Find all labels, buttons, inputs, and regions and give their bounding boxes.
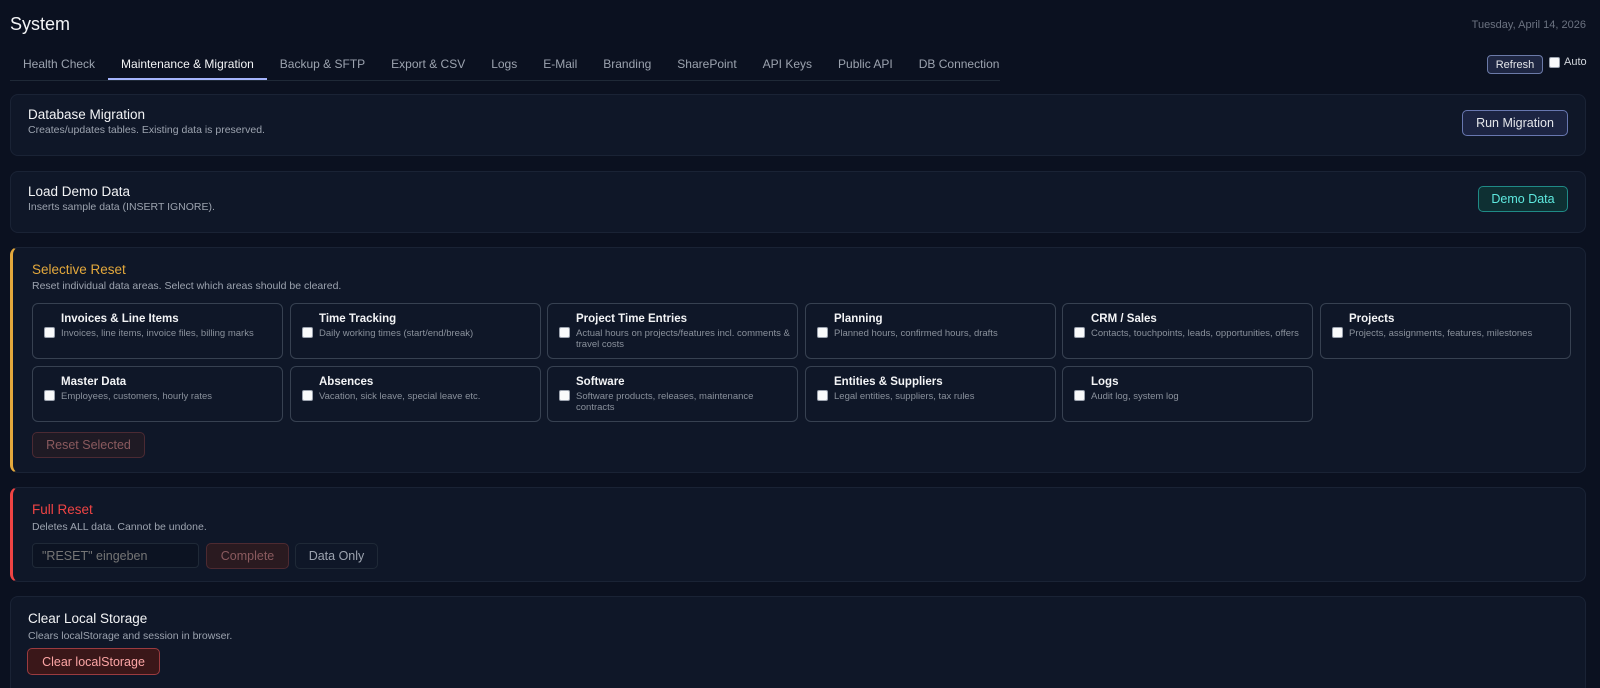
selective-reset-card: Selective Reset Reset individual data ar… <box>10 247 1586 473</box>
clear-storage-card: Clear Local Storage Clears localStorage … <box>10 596 1586 688</box>
reset-checkbox[interactable] <box>559 327 570 338</box>
option-title: Logs <box>1091 376 1119 388</box>
reset-checkbox[interactable] <box>44 390 55 401</box>
option-desc: Invoices, line items, invoice files, bil… <box>61 328 254 339</box>
tab-public-api[interactable]: Public API <box>825 50 906 80</box>
auto-refresh-toggle[interactable]: Auto <box>1549 56 1587 68</box>
reset-option-projects[interactable]: Projects Projects, assignments, features… <box>1320 303 1571 359</box>
tab-logs[interactable]: Logs <box>478 50 530 80</box>
option-title: Entities & Suppliers <box>834 376 943 388</box>
reset-option-project-time-entries[interactable]: Project Time Entries Actual hours on pro… <box>547 303 798 359</box>
option-desc: Vacation, sick leave, special leave etc. <box>319 391 481 402</box>
tab-api-keys[interactable]: API Keys <box>750 50 825 80</box>
tab-health-check[interactable]: Health Check <box>10 50 108 80</box>
full-reset-title: Full Reset <box>32 502 93 517</box>
option-title: Master Data <box>61 376 127 388</box>
option-desc: Planned hours, confirmed hours, drafts <box>834 328 998 339</box>
selective-reset-title: Selective Reset <box>32 262 126 277</box>
option-title: Software <box>576 376 625 388</box>
tab-export-csv[interactable]: Export & CSV <box>378 50 478 80</box>
reset-checkbox[interactable] <box>559 390 570 401</box>
reset-checkbox[interactable] <box>302 327 313 338</box>
clear-storage-desc: Clears localStorage and session in brows… <box>28 630 233 642</box>
reset-checkbox[interactable] <box>1074 327 1085 338</box>
tab-bar: Health Check Maintenance & Migration Bac… <box>10 50 1000 81</box>
auto-checkbox[interactable] <box>1549 56 1560 68</box>
selective-reset-desc: Reset individual data areas. Select whic… <box>32 280 342 292</box>
option-desc: Projects, assignments, features, milesto… <box>1349 328 1533 339</box>
tab-branding[interactable]: Branding <box>590 50 664 80</box>
reset-option-entities-suppliers[interactable]: Entities & Suppliers Legal entities, sup… <box>805 366 1056 422</box>
refresh-button[interactable]: Refresh <box>1487 55 1543 74</box>
tab-db-connection[interactable]: DB Connection <box>906 50 1013 80</box>
reset-option-absences[interactable]: Absences Vacation, sick leave, special l… <box>290 366 541 422</box>
reset-option-logs[interactable]: Logs Audit log, system log <box>1062 366 1313 422</box>
reset-checkbox[interactable] <box>1332 327 1343 338</box>
date-label: Tuesday, April 14, 2026 <box>1471 19 1586 31</box>
demo-title: Load Demo Data <box>28 184 131 199</box>
demo-card: Load Demo Data Inserts sample data (INSE… <box>10 171 1586 233</box>
full-reset-desc: Deletes ALL data. Cannot be undone. <box>32 521 207 533</box>
option-title: CRM / Sales <box>1091 313 1157 325</box>
option-title: Absences <box>319 376 374 388</box>
reset-checkbox[interactable] <box>44 327 55 338</box>
full-reset-card: Full Reset Deletes ALL data. Cannot be u… <box>10 487 1586 582</box>
reset-option-software[interactable]: Software Software products, releases, ma… <box>547 366 798 422</box>
option-desc: Actual hours on projects/features incl. … <box>576 328 790 350</box>
reset-checkbox[interactable] <box>817 390 828 401</box>
reset-checkbox[interactable] <box>817 327 828 338</box>
reset-option-crm-sales[interactable]: CRM / Sales Contacts, touchpoints, leads… <box>1062 303 1313 359</box>
option-title: Invoices & Line Items <box>61 313 179 325</box>
option-title: Time Tracking <box>319 313 397 325</box>
reset-checkbox[interactable] <box>302 390 313 401</box>
reset-option-master-data[interactable]: Master Data Employees, customers, hourly… <box>32 366 283 422</box>
option-desc: Daily working times (start/end/break) <box>319 328 474 339</box>
migration-card: Database Migration Creates/updates table… <box>10 94 1586 156</box>
tab-sharepoint[interactable]: SharePoint <box>664 50 749 80</box>
option-desc: Contacts, touchpoints, leads, opportunit… <box>1091 328 1299 339</box>
reset-option-time-tracking[interactable]: Time Tracking Daily working times (start… <box>290 303 541 359</box>
reset-option-planning[interactable]: Planning Planned hours, confirmed hours,… <box>805 303 1056 359</box>
option-desc: Audit log, system log <box>1091 391 1179 402</box>
run-migration-button[interactable]: Run Migration <box>1462 110 1568 136</box>
demo-data-button[interactable]: Demo Data <box>1478 186 1568 212</box>
migration-title: Database Migration <box>28 107 146 122</box>
tab-email[interactable]: E-Mail <box>530 50 590 80</box>
option-desc: Legal entities, suppliers, tax rules <box>834 391 975 402</box>
clear-localstorage-button[interactable]: Clear localStorage <box>27 648 160 675</box>
clear-storage-title: Clear Local Storage <box>28 611 148 626</box>
demo-desc: Inserts sample data (INSERT IGNORE). <box>28 201 215 213</box>
auto-label: Auto <box>1564 56 1587 68</box>
reset-confirm-input[interactable] <box>32 543 199 568</box>
option-desc: Employees, customers, hourly rates <box>61 391 213 402</box>
reset-selected-button[interactable]: Reset Selected <box>32 432 145 458</box>
option-title: Project Time Entries <box>576 313 687 325</box>
reset-option-invoices[interactable]: Invoices & Line Items Invoices, line ite… <box>32 303 283 359</box>
option-desc: Software products, releases, maintenance… <box>576 391 754 413</box>
option-title: Planning <box>834 313 883 325</box>
migration-desc: Creates/updates tables. Existing data is… <box>28 124 265 136</box>
tab-backup-sftp[interactable]: Backup & SFTP <box>267 50 378 80</box>
reset-checkbox[interactable] <box>1074 390 1085 401</box>
option-title: Projects <box>1349 313 1395 325</box>
data-only-reset-button[interactable]: Data Only <box>295 543 378 569</box>
complete-reset-button[interactable]: Complete <box>206 543 289 569</box>
page-title: System <box>10 14 71 34</box>
tab-maintenance-migration[interactable]: Maintenance & Migration <box>108 50 267 80</box>
